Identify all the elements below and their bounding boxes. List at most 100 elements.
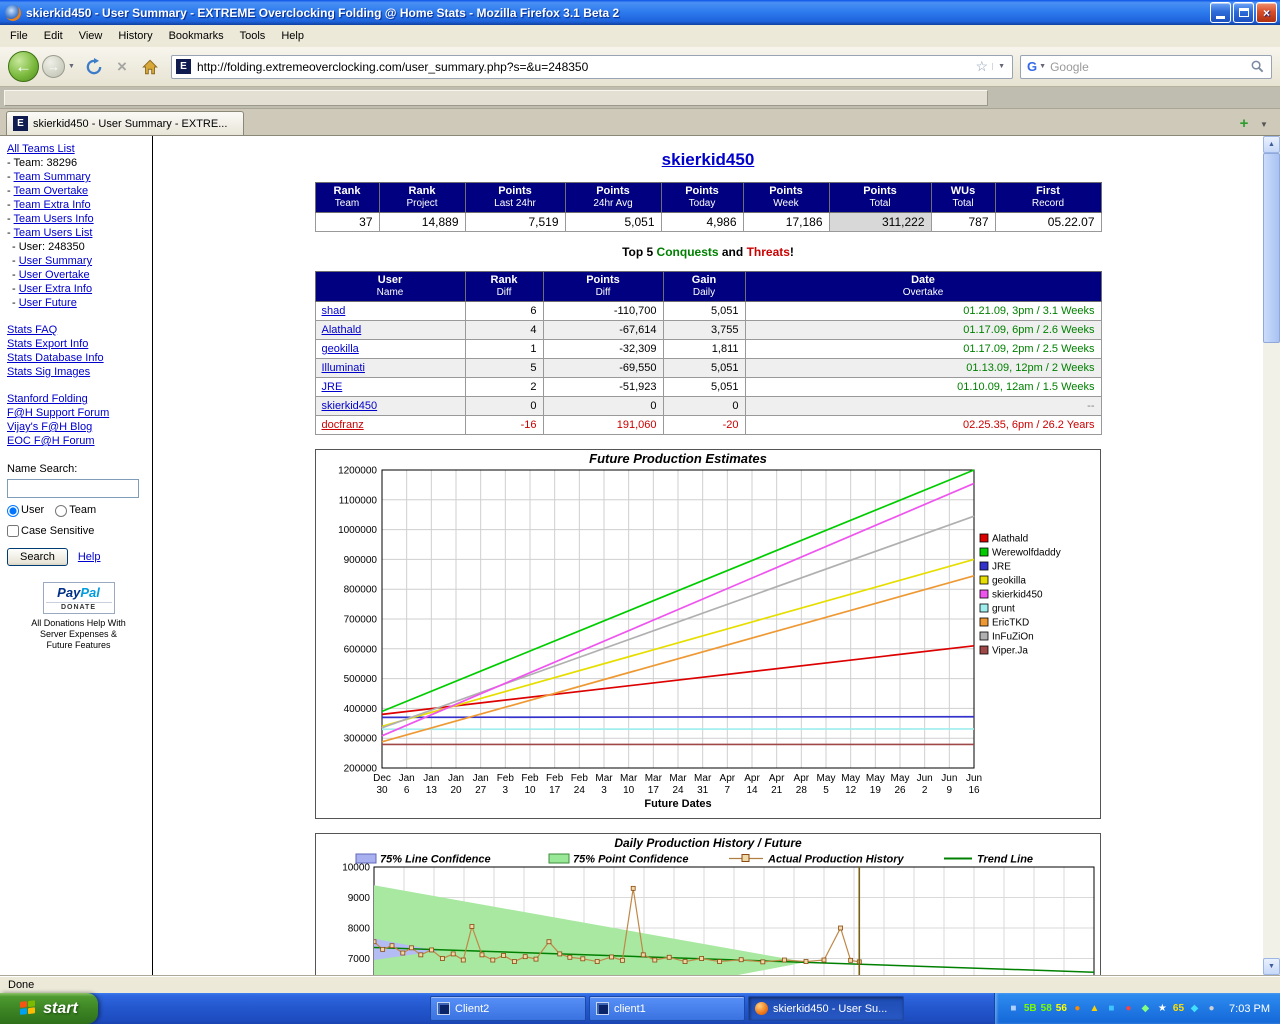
sidebar-link-stanford-folding[interactable]: Stanford Folding (7, 393, 88, 405)
name-search-block: Name Search: User Team Case Sensitive Se… (7, 463, 150, 566)
svg-text:Feb: Feb (521, 773, 539, 784)
menu-bookmarks[interactable]: Bookmarks (161, 27, 232, 45)
sidebar-link-team-users-info[interactable]: Team Users Info (14, 213, 94, 225)
window-titlebar[interactable]: skierkid450 - User Summary - EXTREME Ove… (0, 0, 1280, 25)
taskbar-window-client2[interactable]: Client2 (430, 996, 586, 1021)
menu-view[interactable]: View (71, 27, 111, 45)
firefox-icon (5, 5, 21, 21)
tray-icon-12[interactable]: ● (1205, 1002, 1218, 1015)
search-button[interactable]: Search (7, 548, 68, 566)
sidebar-link-stats-faq[interactable]: Stats FAQ (7, 324, 57, 336)
page-scrollbar[interactable]: ▲ ▼ (1263, 136, 1280, 975)
radio-user[interactable]: User (7, 502, 44, 519)
search-input[interactable]: Google (1050, 60, 1250, 74)
menu-history[interactable]: History (110, 27, 160, 45)
user-link-docfranz[interactable]: docfranz (322, 419, 364, 431)
sidebar-link-stats-database-info[interactable]: Stats Database Info (7, 352, 104, 364)
svg-text:1100000: 1100000 (339, 495, 378, 506)
user-heading-link[interactable]: skierkid450 (662, 150, 755, 169)
user-link-geokilla[interactable]: geokilla (322, 343, 359, 355)
paypal-donate-button[interactable]: PayPal DONATE (43, 582, 115, 614)
search-icon[interactable] (1250, 59, 1265, 74)
help-link[interactable]: Help (78, 551, 101, 563)
sidebar-link-team-users-list[interactable]: Team Users List (14, 227, 93, 239)
start-button[interactable]: start (0, 993, 98, 1024)
summary-value-8: 05.22.07 (995, 213, 1101, 232)
sidebar-link-vijay-s-f-h-blog[interactable]: Vijay's F@H Blog (7, 421, 92, 433)
user-link-illuminati[interactable]: Illuminati (322, 362, 365, 374)
tray-icon-8[interactable]: ◆ (1139, 1002, 1152, 1015)
user-link-alathald[interactable]: Alathald (322, 324, 362, 336)
sidebar-link-user-extra-info[interactable]: User Extra Info (19, 283, 92, 295)
case-sensitive-checkbox[interactable]: Case Sensitive (7, 523, 94, 540)
user-link-jre[interactable]: JRE (322, 381, 343, 393)
tray-icon-11[interactable]: ◆ (1188, 1002, 1201, 1015)
svg-text:May: May (817, 773, 836, 784)
sidebar-link-all-teams-list[interactable]: All Teams List (7, 143, 75, 155)
sidebar-link-user-summary[interactable]: User Summary (19, 255, 92, 267)
menu-help[interactable]: Help (273, 27, 312, 45)
close-button[interactable]: × (1256, 2, 1277, 23)
cell-rank-diff: -16 (465, 416, 543, 435)
search-box[interactable]: G ▼ Google (1020, 55, 1272, 79)
url-dropdown-icon[interactable]: ▼ (992, 63, 1008, 70)
menu-tools[interactable]: Tools (232, 27, 274, 45)
scrollbar-thumb[interactable] (1263, 153, 1280, 343)
svg-text:Apr: Apr (744, 773, 760, 784)
sidebar-link-stats-sig-images[interactable]: Stats Sig Images (7, 366, 90, 378)
svg-text:8000: 8000 (348, 924, 371, 935)
user-link-skierkid450[interactable]: skierkid450 (322, 400, 378, 412)
svg-text:27: 27 (475, 785, 487, 796)
sidebar-link-eoc-f-h-forum[interactable]: EOC F@H Forum (7, 435, 95, 447)
menu-file[interactable]: File (2, 27, 36, 45)
tray-temperature-10: 65 (1173, 1003, 1184, 1014)
radio-user-label: User (21, 502, 44, 519)
tab-user-summary[interactable]: E skierkid450 - User Summary - EXTRE... (6, 111, 244, 135)
history-dropdown-icon[interactable]: ▼ (65, 63, 80, 70)
svg-text:21: 21 (771, 785, 783, 796)
scroll-up-button[interactable]: ▲ (1263, 136, 1280, 153)
sidebar-link-team-summary[interactable]: Team Summary (14, 171, 91, 183)
search-engine-dropdown-icon[interactable]: ▼ (1037, 63, 1050, 70)
sidebar-link-team-overtake[interactable]: Team Overtake (14, 185, 89, 197)
sidebar-link-team-extra-info[interactable]: Team Extra Info (14, 199, 91, 211)
name-search-input[interactable] (7, 479, 139, 498)
sidebar-link-f-h-support-forum[interactable]: F@H Support Forum (7, 407, 109, 419)
summary-value-0: 37 (315, 213, 379, 232)
column-header-rank-diff: RankDiff (465, 272, 543, 302)
forward-button[interactable]: → (42, 55, 65, 78)
scroll-down-button[interactable]: ▼ (1263, 958, 1280, 975)
bookmark-star-icon[interactable]: ☆ (972, 58, 993, 75)
taskbar-window-skierkid450-user-su[interactable]: skierkid450 - User Su... (748, 996, 904, 1021)
minimize-button[interactable] (1210, 2, 1231, 23)
scrollbar-track[interactable] (1263, 343, 1280, 958)
home-button[interactable] (137, 54, 163, 80)
sidebar-link-user-future[interactable]: User Future (19, 297, 77, 309)
sidebar-link-stats-export-info[interactable]: Stats Export Info (7, 338, 88, 350)
new-tab-button[interactable]: + (1234, 115, 1254, 135)
back-button[interactable]: ← (8, 51, 39, 82)
tray-icon-9[interactable]: ★ (1156, 1002, 1169, 1015)
upper-scrollbar[interactable] (0, 87, 1280, 109)
stop-button[interactable]: × (109, 54, 135, 80)
column-header-gain-daily: GainDaily (663, 272, 745, 302)
maximize-button[interactable] (1233, 2, 1254, 23)
url-text[interactable]: http://folding.extremeoverclocking.com/u… (197, 60, 972, 74)
menu-edit[interactable]: Edit (36, 27, 71, 45)
svg-text:Apr: Apr (794, 773, 810, 784)
tray-icon-0[interactable]: ■ (1007, 1002, 1020, 1015)
radio-team[interactable]: Team (55, 502, 96, 519)
svg-text:75% Line Confidence: 75% Line Confidence (380, 854, 491, 866)
upper-scrollbar-thumb[interactable] (4, 90, 988, 106)
svg-text:300000: 300000 (344, 734, 378, 745)
user-link-shad[interactable]: shad (322, 305, 346, 317)
tray-icon-4[interactable]: ● (1071, 1002, 1084, 1015)
tray-icon-6[interactable]: ■ (1105, 1002, 1118, 1015)
tray-icon-5[interactable]: ▲ (1088, 1002, 1101, 1015)
sidebar-link-user-overtake[interactable]: User Overtake (19, 269, 90, 281)
address-bar[interactable]: E http://folding.extremeoverclocking.com… (171, 55, 1013, 79)
taskbar-window-client1[interactable]: client1 (589, 996, 745, 1021)
refresh-button[interactable] (81, 54, 107, 80)
tab-list-dropdown-icon[interactable]: ▼ (1254, 120, 1274, 135)
tray-icon-7[interactable]: ● (1122, 1002, 1135, 1015)
